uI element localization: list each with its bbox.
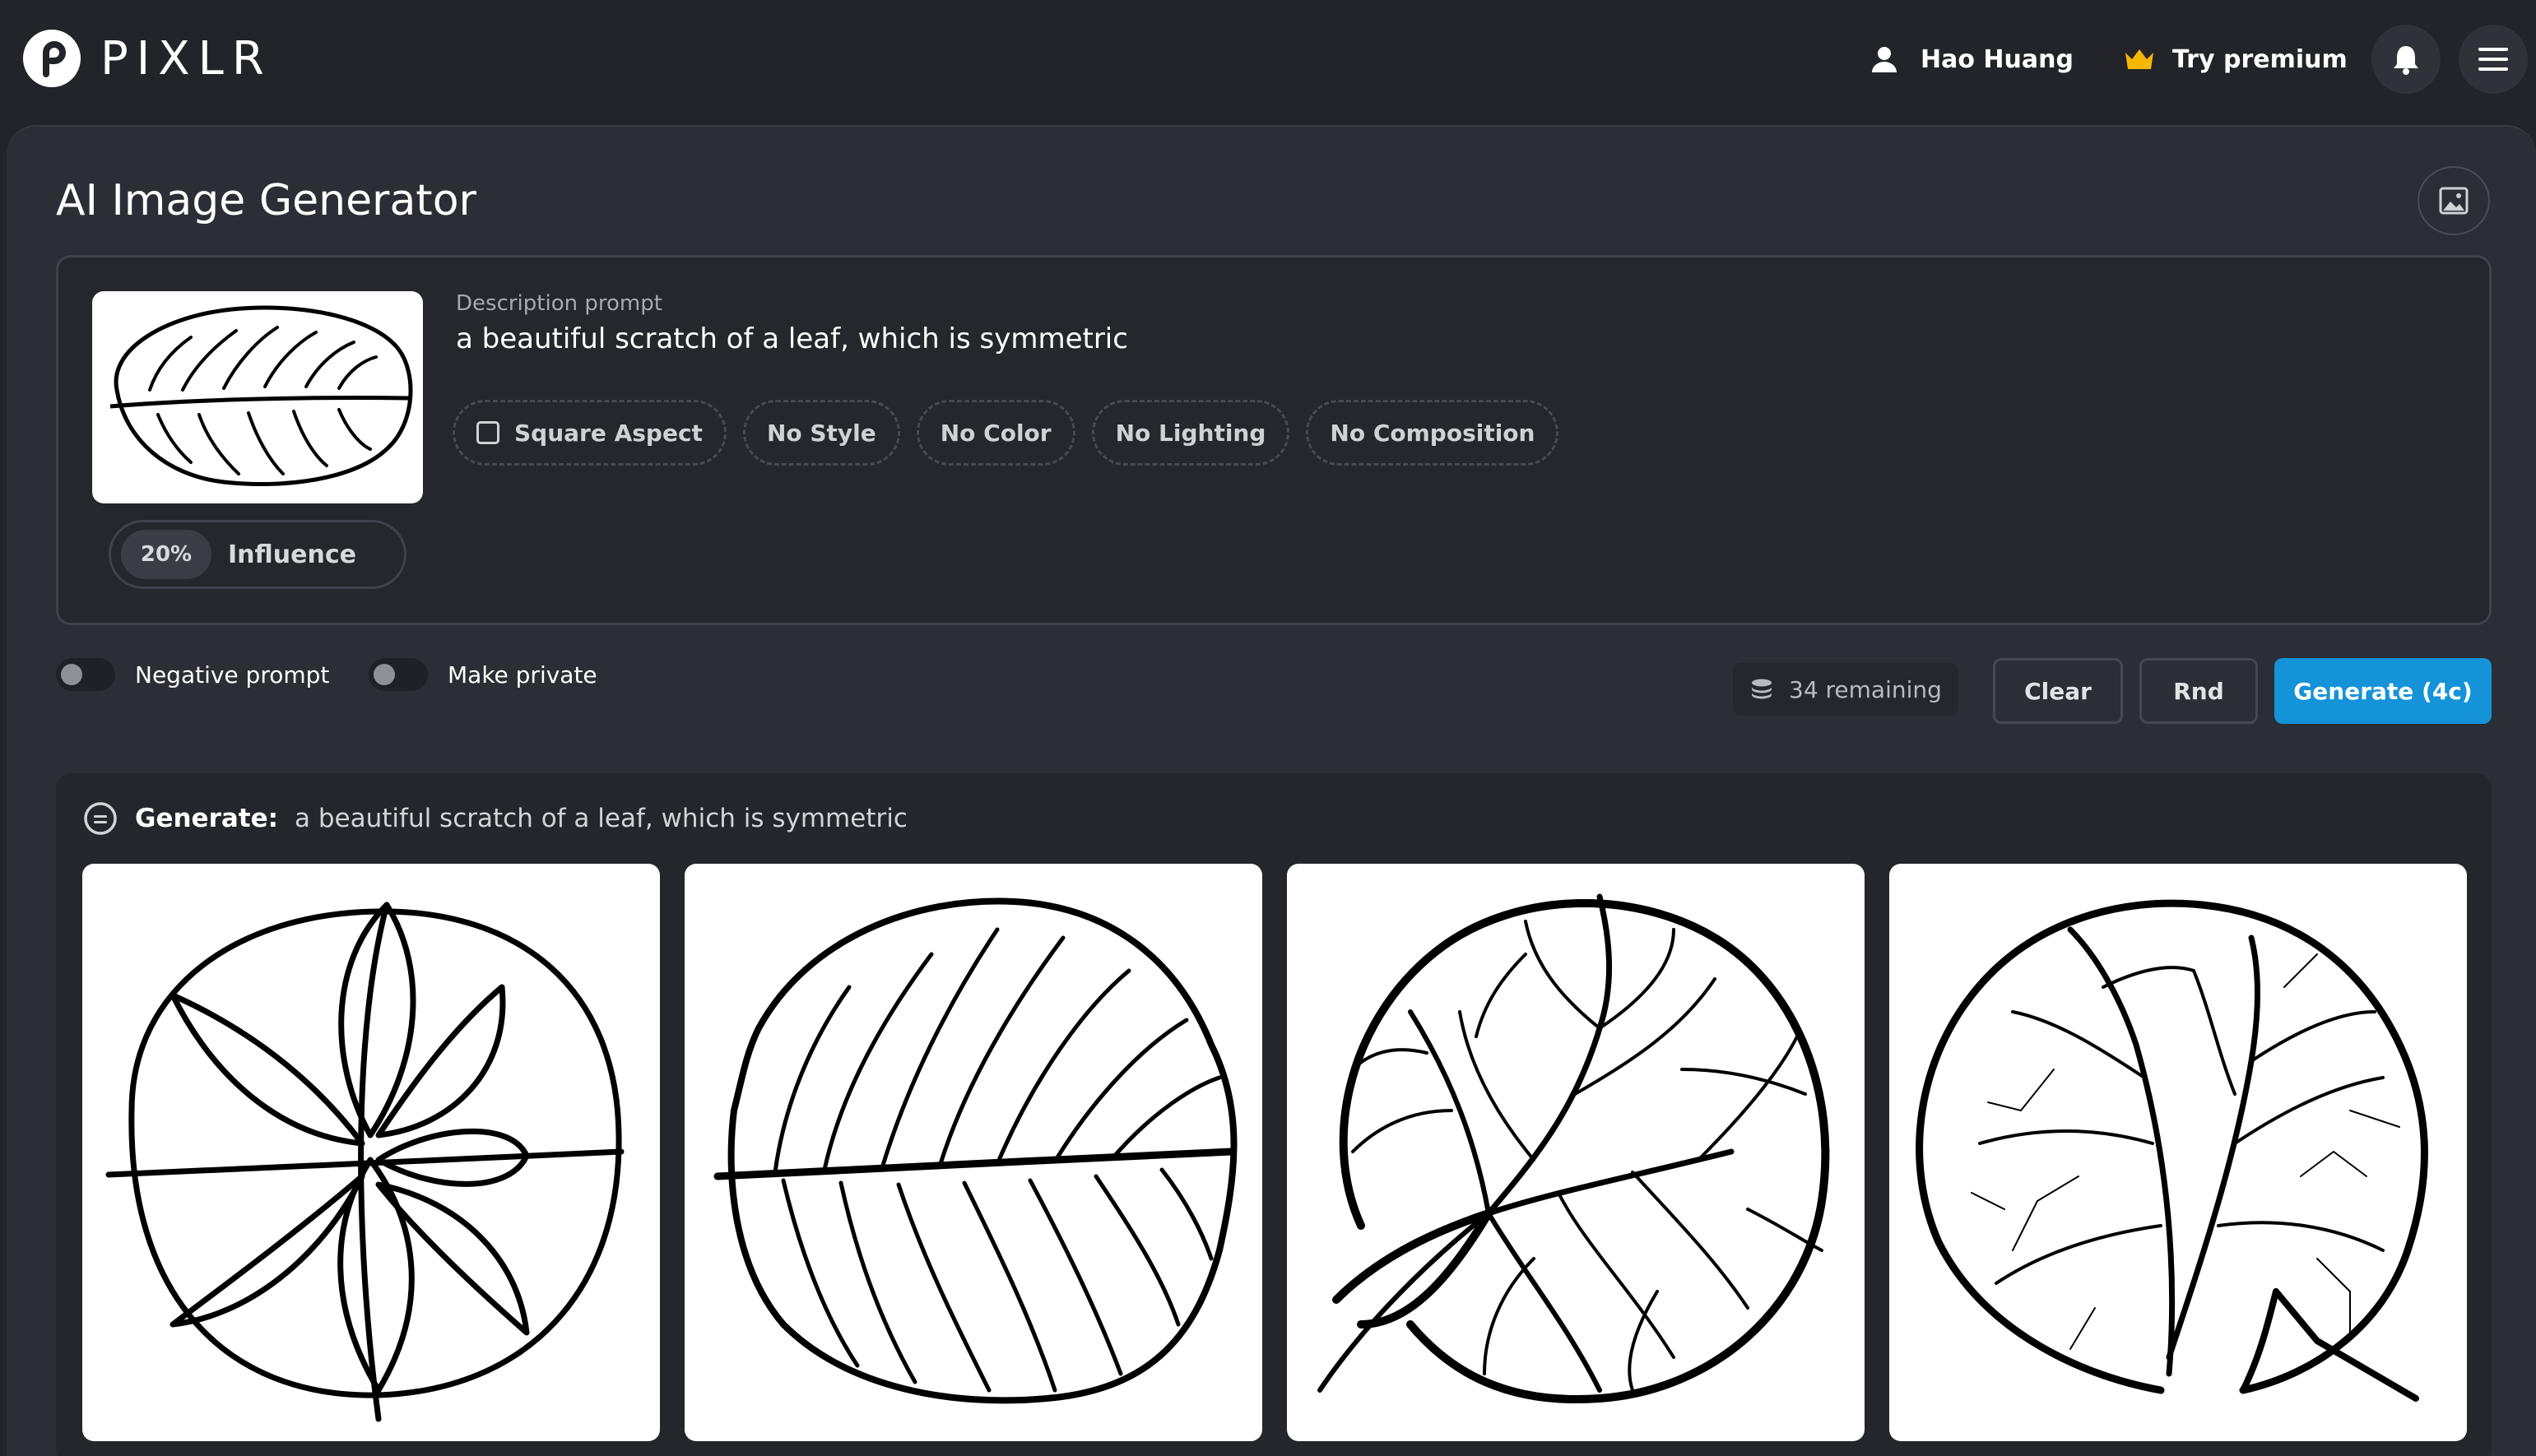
user-icon [1872, 47, 1897, 72]
result-image-3[interactable] [1287, 864, 1865, 1441]
chip-label: No Style [766, 419, 876, 447]
make-private-option: Make private [369, 655, 597, 694]
clear-button[interactable]: Clear [1993, 658, 2123, 724]
influence-label: Influence [228, 540, 356, 569]
results-header-label: Generate: [135, 804, 279, 833]
user-menu[interactable]: Hao Huang [1869, 38, 2074, 81]
negative-prompt-toggle[interactable] [56, 658, 115, 691]
brand-name: PIXLR [100, 31, 272, 86]
results-header: Generate: a beautiful scratch of a leaf,… [82, 800, 908, 837]
page-title: AI Image Generator [56, 176, 476, 225]
credits-remaining: 34 remaining [1733, 663, 1958, 716]
chip-label: No Color [940, 419, 1052, 447]
chip-label: Square Aspect [514, 419, 703, 447]
generate-button[interactable]: Generate (4c) [2274, 658, 2492, 724]
style-chip[interactable]: No Style [742, 400, 900, 466]
influence-control[interactable]: 20% Influence [109, 520, 406, 589]
generation-icon [84, 802, 117, 835]
influence-value: 20% [121, 530, 211, 579]
negative-prompt-label: Negative prompt [135, 661, 330, 689]
hamburger-menu-button[interactable] [2459, 25, 2528, 94]
notifications-button[interactable] [2371, 25, 2441, 94]
square-aspect-chip[interactable]: Square Aspect [453, 400, 727, 466]
leaf-result-2 [713, 897, 1238, 1404]
prompt-input[interactable]: a beautiful scratch of a leaf, which is … [456, 322, 1128, 355]
lighting-chip[interactable]: No Lighting [1091, 400, 1290, 466]
try-premium-link[interactable]: Try premium [2123, 38, 2348, 81]
make-private-label: Make private [448, 661, 597, 689]
crown-icon [2125, 49, 2153, 69]
leaf-result-1 [105, 902, 625, 1422]
hamburger-icon [2478, 48, 2508, 71]
result-image-1[interactable] [82, 864, 660, 1441]
make-private-toggle[interactable] [369, 658, 428, 691]
bell-icon [2394, 46, 2418, 75]
reference-leaf-sketch [109, 305, 413, 487]
square-aspect-checkbox[interactable] [476, 421, 499, 444]
prompt-label: Description prompt [456, 291, 662, 316]
reference-image[interactable] [92, 291, 423, 503]
gallery-button[interactable] [2418, 166, 2490, 235]
remaining-text: 34 remaining [1789, 675, 1942, 703]
coins-icon [1752, 679, 1772, 699]
leaf-result-4 [1916, 899, 2428, 1402]
top-navigation: PIXLR Hao Huang Try premium [0, 0, 2536, 122]
chip-label: No Composition [1330, 419, 1535, 447]
user-name: Hao Huang [1921, 44, 2074, 74]
premium-label: Try premium [2172, 44, 2348, 74]
toggle-knob [61, 664, 82, 685]
result-image-4[interactable] [1889, 864, 2467, 1441]
result-image-2[interactable] [685, 864, 1262, 1441]
pixlr-logo-icon [23, 30, 81, 87]
prompt-options: Square Aspect No Style No Color No Light… [453, 400, 1559, 466]
chip-label: No Lighting [1115, 419, 1266, 447]
composition-chip[interactable]: No Composition [1306, 400, 1559, 466]
leaf-result-3 [1317, 893, 1830, 1403]
image-gallery-icon [2439, 187, 2469, 215]
results-header-prompt: a beautiful scratch of a leaf, which is … [295, 804, 908, 833]
negative-prompt-option: Negative prompt [56, 655, 329, 694]
pixlr-logo[interactable]: PIXLR [21, 28, 272, 89]
random-button[interactable]: Rnd [2139, 658, 2258, 724]
toggle-knob [374, 664, 395, 685]
color-chip[interactable]: No Color [916, 400, 1075, 466]
